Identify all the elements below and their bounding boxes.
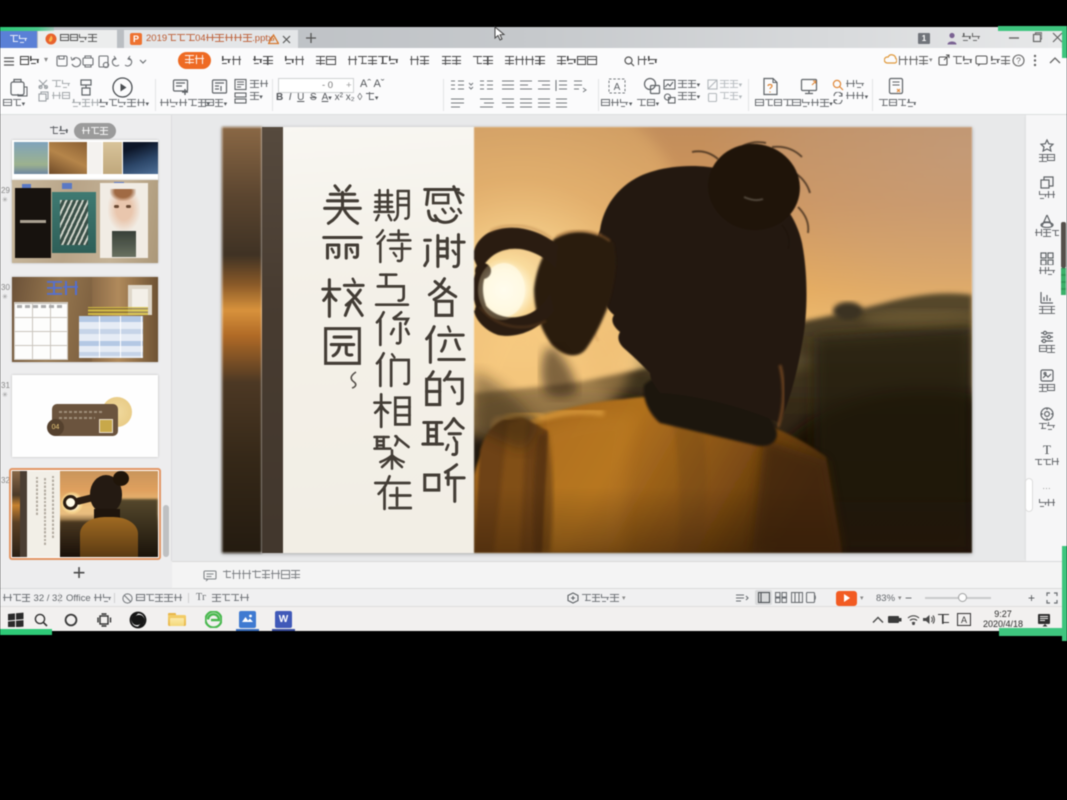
- svg-text:A: A: [614, 82, 621, 93]
- svg-text:A: A: [961, 615, 967, 625]
- svg-text:?: ?: [1016, 55, 1021, 65]
